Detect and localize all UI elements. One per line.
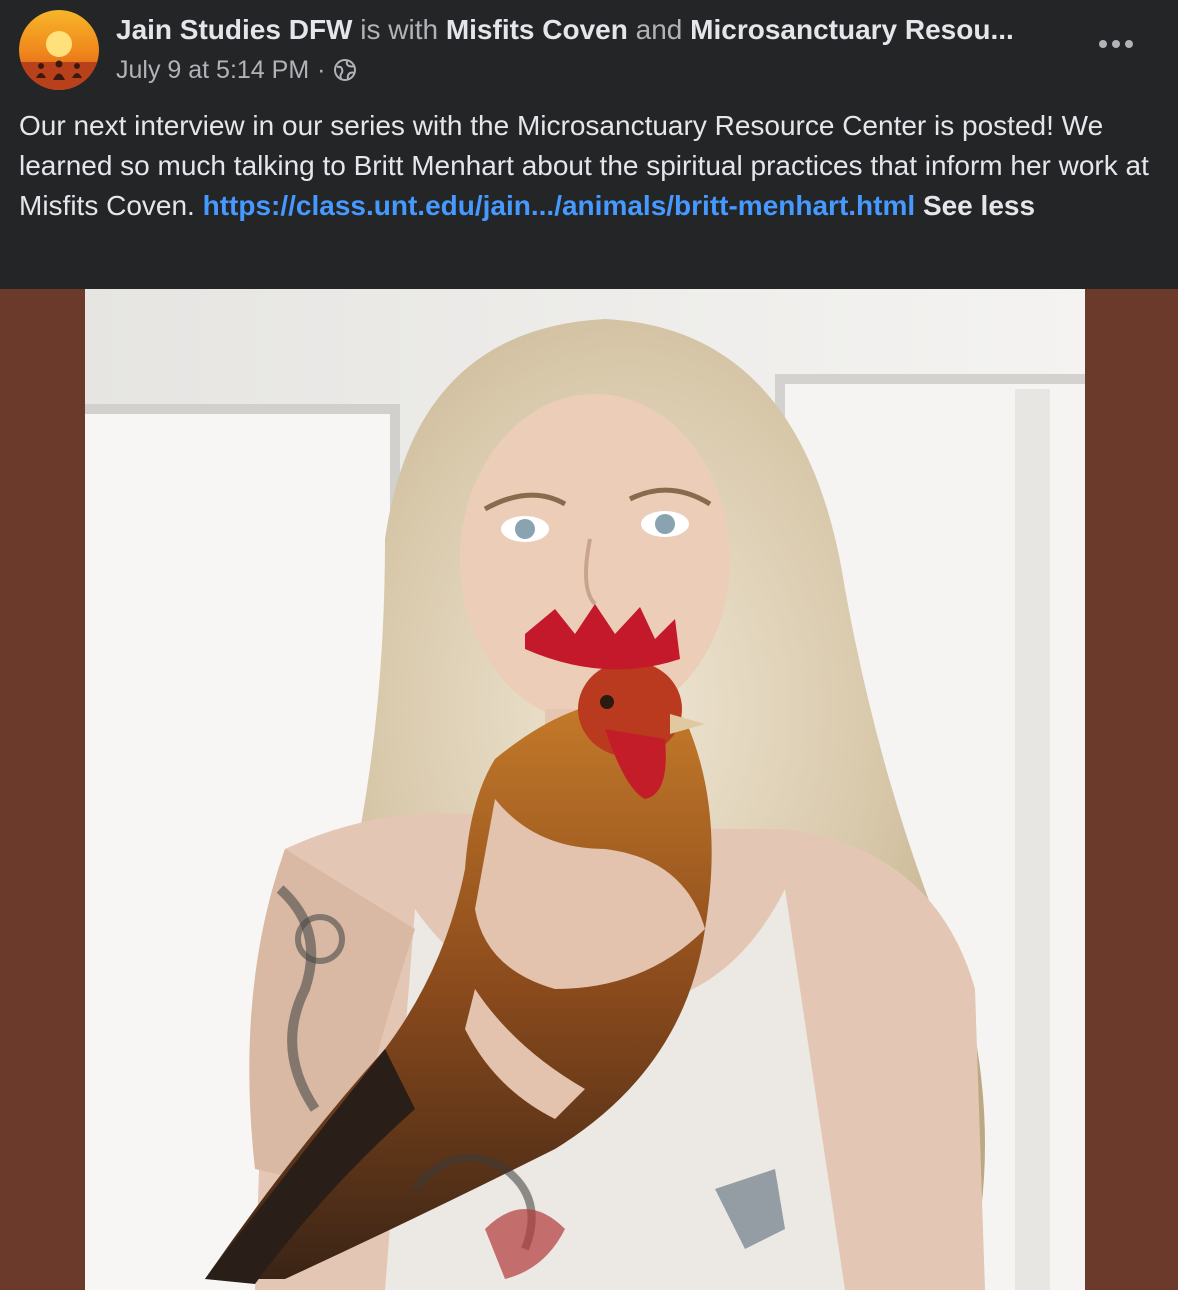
with-text: is with [360,14,439,45]
article-link[interactable]: https://class.unt.edu/jain.../animals/br… [203,190,916,221]
and-text: and [635,14,683,45]
post-message: Our next interview in our series with th… [19,106,1159,226]
more-options-icon[interactable] [1094,26,1138,62]
see-less-button[interactable]: See less [923,190,1035,221]
photo-woman-with-rooster [85,289,1085,1290]
tagged-page-2[interactable]: Microsanctuary Resou... [690,14,1014,45]
avatar-sunset-image [19,10,99,90]
more-dot [1099,40,1107,48]
tagged-page-1[interactable]: Misfits Coven [446,14,628,45]
post-header: Jain Studies DFW is with Misfits Coven a… [0,0,1178,100]
post-photo[interactable] [85,289,1085,1290]
post-timestamp[interactable]: July 9 at 5:14 PM [116,54,309,86]
page-avatar[interactable] [19,10,99,90]
more-dot [1112,40,1120,48]
post-title-line: Jain Studies DFW is with Misfits Coven a… [116,12,1086,48]
author-name[interactable]: Jain Studies DFW [116,14,352,45]
globe-icon[interactable] [333,58,357,82]
facebook-post: Jain Studies DFW is with Misfits Coven a… [0,0,1178,1290]
post-media[interactable] [0,289,1178,1290]
meta-separator: · [317,56,326,84]
more-dot [1125,40,1133,48]
post-meta: July 9 at 5:14 PM · [116,54,357,86]
